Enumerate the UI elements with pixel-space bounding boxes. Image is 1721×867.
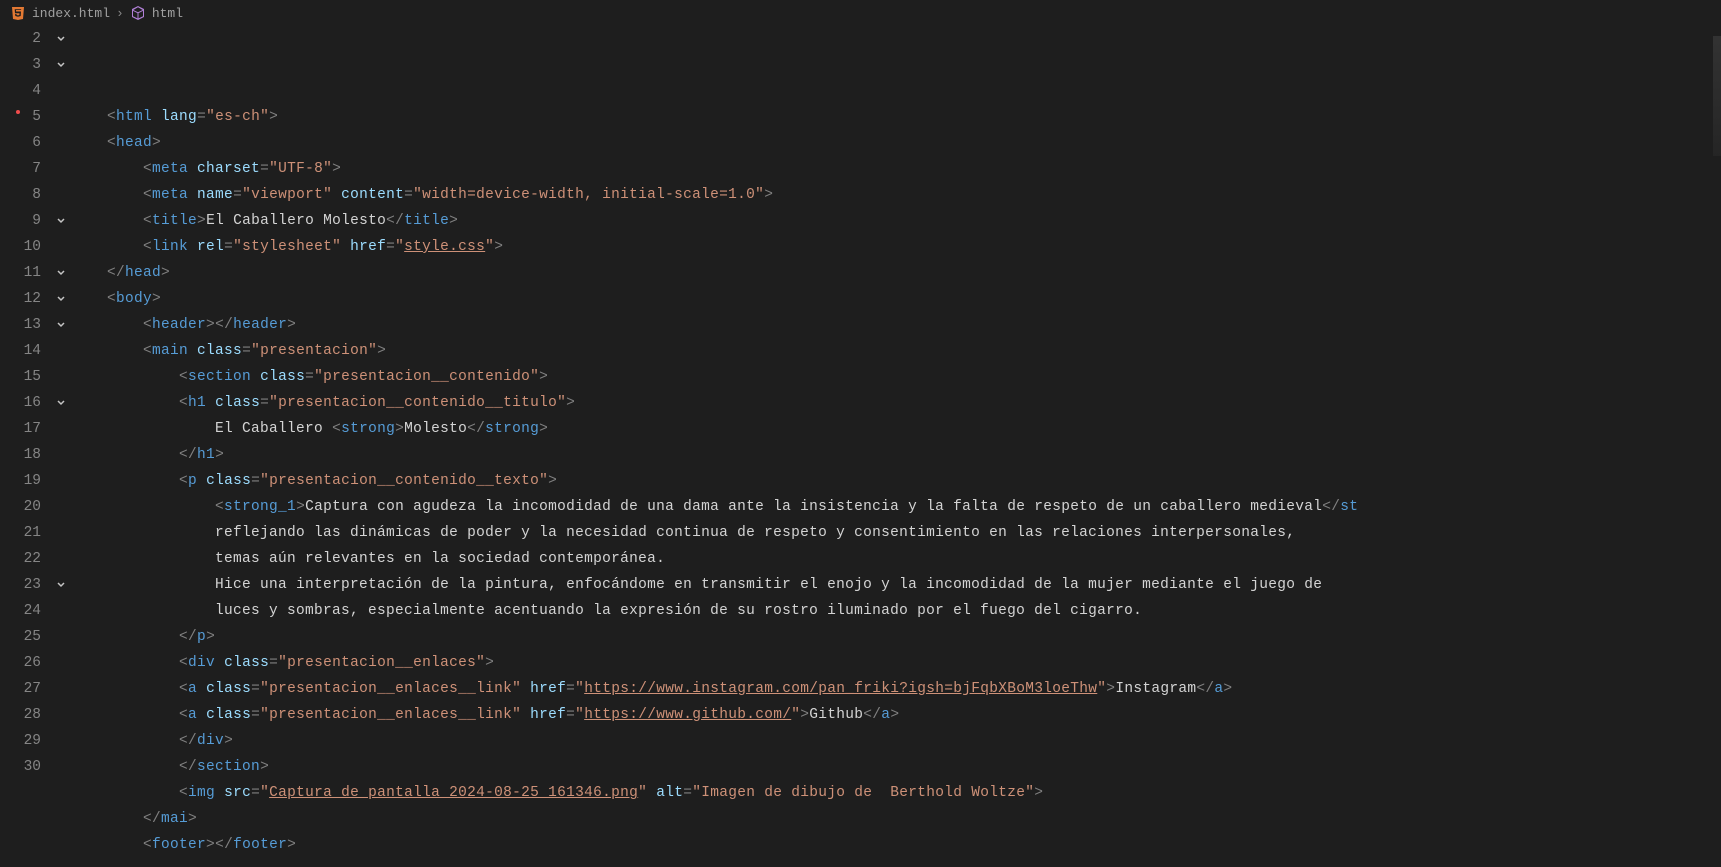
line-number[interactable]: 19: [0, 468, 41, 494]
line-number[interactable]: 20: [0, 494, 41, 520]
line-number[interactable]: 30: [0, 754, 41, 780]
html-file-icon: [10, 5, 26, 21]
line-number[interactable]: 29: [0, 728, 41, 754]
code-editor[interactable]: <html lang="es-ch"> <head> <meta charset…: [71, 26, 1711, 867]
line-number[interactable]: 15: [0, 364, 41, 390]
code-line[interactable]: <body>: [71, 286, 1711, 312]
code-line[interactable]: <div class="presentacion__enlaces">: [71, 650, 1711, 676]
code-line[interactable]: <p class="presentacion__contenido__texto…: [71, 468, 1711, 494]
code-line[interactable]: <meta charset="UTF-8">: [71, 156, 1711, 182]
gutter[interactable]: 2345678910111213141516171819202122232425…: [0, 26, 55, 867]
symbol-icon: [130, 5, 146, 21]
minimap[interactable]: [1711, 26, 1721, 867]
line-number[interactable]: 4: [0, 78, 41, 104]
fold-chevron-icon[interactable]: [55, 215, 67, 227]
code-line[interactable]: Hice una interpretación de la pintura, e…: [71, 572, 1711, 598]
line-number[interactable]: 13: [0, 312, 41, 338]
line-number[interactable]: 14: [0, 338, 41, 364]
line-number[interactable]: 16: [0, 390, 41, 416]
line-number[interactable]: 22: [0, 546, 41, 572]
code-line[interactable]: <main class="presentacion">: [71, 338, 1711, 364]
line-number[interactable]: 28: [0, 702, 41, 728]
code-line[interactable]: temas aún relevantes en la sociedad cont…: [71, 546, 1711, 572]
fold-chevron-icon[interactable]: [55, 579, 67, 591]
line-number[interactable]: 17: [0, 416, 41, 442]
fold-chevron-icon[interactable]: [55, 33, 67, 45]
minimap-content: [1713, 36, 1721, 156]
code-line[interactable]: </div>: [71, 728, 1711, 754]
breadcrumb-separator-icon: ›: [116, 6, 124, 21]
code-line[interactable]: <head>: [71, 130, 1711, 156]
line-number[interactable]: 3: [0, 52, 41, 78]
line-number[interactable]: 18: [0, 442, 41, 468]
code-line[interactable]: </head>: [71, 260, 1711, 286]
line-number[interactable]: 6: [0, 130, 41, 156]
editor-area: 2345678910111213141516171819202122232425…: [0, 26, 1721, 867]
line-number[interactable]: 8: [0, 182, 41, 208]
line-number[interactable]: 10: [0, 234, 41, 260]
breadcrumb-symbol[interactable]: html: [152, 6, 183, 21]
line-number[interactable]: 24: [0, 598, 41, 624]
code-line[interactable]: <strong_1>Captura con agudeza la incomod…: [71, 494, 1711, 520]
error-marker-icon: [16, 110, 20, 114]
line-number[interactable]: 2: [0, 26, 41, 52]
code-line[interactable]: <a class="presentacion__enlaces__link" h…: [71, 702, 1711, 728]
code-line[interactable]: <title>El Caballero Molesto</title>: [71, 208, 1711, 234]
line-number[interactable]: 23: [0, 572, 41, 598]
line-number[interactable]: 26: [0, 650, 41, 676]
line-number[interactable]: 9: [0, 208, 41, 234]
code-line[interactable]: </h1>: [71, 442, 1711, 468]
fold-chevron-icon[interactable]: [55, 319, 67, 331]
line-number[interactable]: 11: [0, 260, 41, 286]
code-line[interactable]: </mai>: [71, 806, 1711, 832]
line-number[interactable]: 5: [0, 104, 41, 130]
breadcrumb[interactable]: index.html › html: [0, 0, 1721, 26]
code-line[interactable]: <meta name="viewport" content="width=dev…: [71, 182, 1711, 208]
line-number[interactable]: 27: [0, 676, 41, 702]
fold-column[interactable]: [55, 26, 71, 867]
line-number[interactable]: 7: [0, 156, 41, 182]
code-line[interactable]: <html lang="es-ch">: [71, 104, 1711, 130]
code-line[interactable]: reflejando las dinámicas de poder y la n…: [71, 520, 1711, 546]
line-number[interactable]: 25: [0, 624, 41, 650]
code-line[interactable]: <a class="presentacion__enlaces__link" h…: [71, 676, 1711, 702]
code-line[interactable]: <img src="Captura de pantalla 2024-08-25…: [71, 780, 1711, 806]
line-number[interactable]: 21: [0, 520, 41, 546]
line-number[interactable]: 12: [0, 286, 41, 312]
fold-chevron-icon[interactable]: [55, 59, 67, 71]
code-line[interactable]: <link rel="stylesheet" href="style.css">: [71, 234, 1711, 260]
code-line[interactable]: <section class="presentacion__contenido"…: [71, 364, 1711, 390]
code-line[interactable]: <footer></footer>: [71, 832, 1711, 858]
fold-chevron-icon[interactable]: [55, 397, 67, 409]
fold-chevron-icon[interactable]: [55, 267, 67, 279]
breadcrumb-file[interactable]: index.html: [32, 6, 110, 21]
code-line[interactable]: <h1 class="presentacion__contenido__titu…: [71, 390, 1711, 416]
code-line[interactable]: luces y sombras, especialmente acentuand…: [71, 598, 1711, 624]
code-line[interactable]: <header></header>: [71, 312, 1711, 338]
code-line[interactable]: El Caballero <strong>Molesto</strong>: [71, 416, 1711, 442]
code-line[interactable]: </section>: [71, 754, 1711, 780]
fold-chevron-icon[interactable]: [55, 293, 67, 305]
code-line[interactable]: </p>: [71, 624, 1711, 650]
